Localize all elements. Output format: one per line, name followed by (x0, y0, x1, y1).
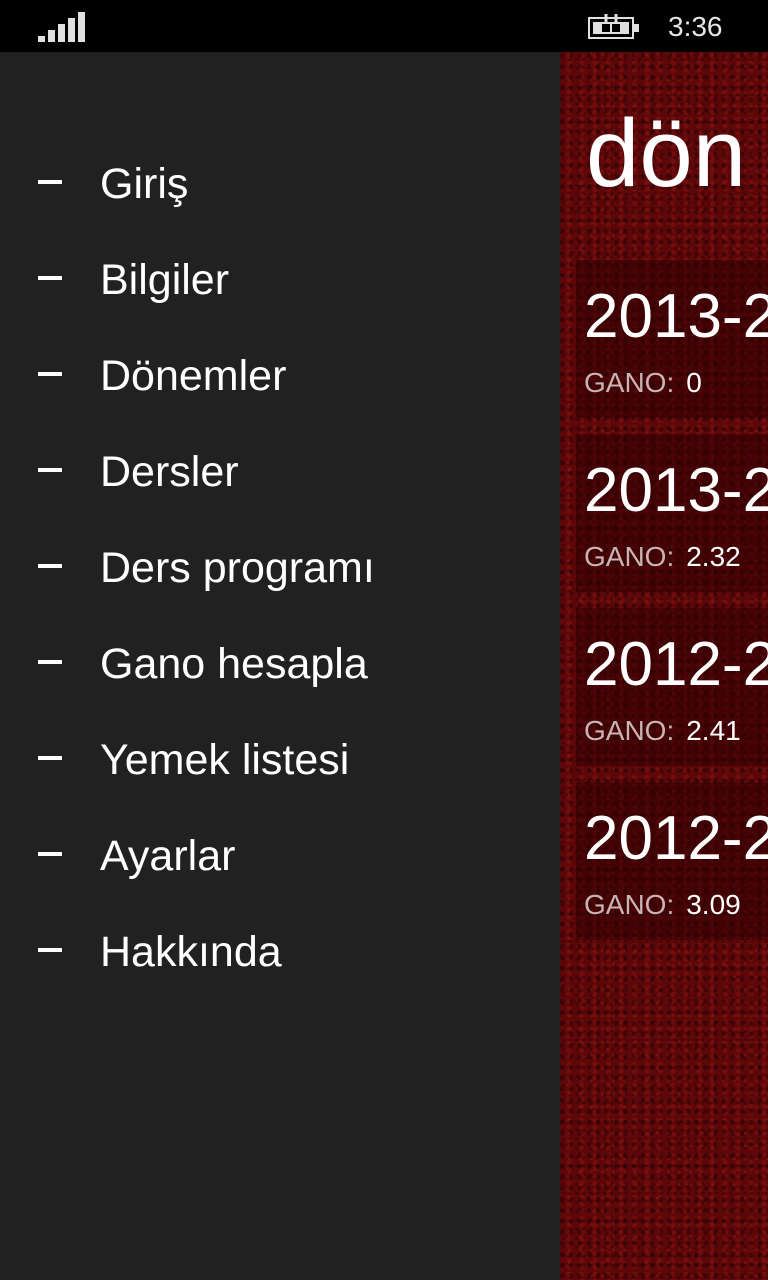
dash-icon (38, 660, 62, 664)
nav-item-donemler[interactable]: Dönemler (0, 336, 560, 416)
dash-icon (38, 372, 62, 376)
gano-label: GANO: (584, 541, 675, 572)
battery-charging-icon (588, 14, 639, 39)
dash-icon (38, 948, 62, 952)
term-gano: GANO: 2.32 (584, 540, 741, 574)
nav-item-label: Bilgiler (100, 256, 230, 304)
signal-bars-icon (38, 12, 85, 42)
nav-item-ders-programi[interactable]: Ders programı (0, 528, 560, 608)
gano-label: GANO: (584, 715, 675, 746)
nav-item-label: Gano hesapla (100, 640, 368, 688)
nav-item-label: Yemek listesi (100, 736, 350, 784)
gano-value: 2.32 (686, 541, 741, 572)
gano-value: 3.09 (686, 889, 741, 920)
dash-icon (38, 852, 62, 856)
term-year: 2012-2 (584, 804, 768, 873)
dash-icon (38, 276, 62, 280)
status-time: 3:36 (668, 11, 723, 42)
nav-item-label: Ders programı (100, 544, 375, 592)
nav-item-label: Hakkında (100, 928, 282, 976)
nav-item-hakkinda[interactable]: Hakkında (0, 912, 560, 992)
dash-icon (38, 468, 62, 472)
page-title: dön (586, 100, 747, 207)
nav-item-label: Giriş (100, 160, 189, 208)
term-gano: GANO: 3.09 (584, 888, 741, 922)
gano-value: 0 (686, 367, 702, 398)
term-card[interactable]: 2012-2 GANO: 2.41 (576, 608, 768, 766)
dash-icon (38, 180, 62, 184)
nav-item-dersler[interactable]: Dersler (0, 432, 560, 512)
term-year: 2012-2 (584, 630, 768, 699)
term-card[interactable]: 2012-2 GANO: 3.09 (576, 782, 768, 940)
term-year: 2013-2 (584, 282, 768, 351)
term-card[interactable]: 2013-2 GANO: 0 (576, 260, 768, 418)
nav-item-label: Dersler (100, 448, 239, 496)
gano-value: 2.41 (686, 715, 741, 746)
phone-screen: 3:36 dön 2013-2 GANO: 0 2013-2 GANO: 2.32 … (0, 0, 768, 1280)
nav-item-giris[interactable]: Giriş (0, 144, 560, 224)
nav-item-bilgiler[interactable]: Bilgiler (0, 240, 560, 320)
nav-item-gano-hesapla[interactable]: Gano hesapla (0, 624, 560, 704)
navigation-drawer: Giriş Bilgiler Dönemler Dersler Ders pro… (0, 52, 560, 1280)
dash-icon (38, 564, 62, 568)
nav-item-label: Ayarlar (100, 832, 236, 880)
status-bar: 3:36 (0, 0, 768, 52)
term-card[interactable]: 2013-2 GANO: 2.32 (576, 434, 768, 592)
dash-icon (38, 756, 62, 760)
content-panel: dön 2013-2 GANO: 0 2013-2 GANO: 2.32 2012-… (560, 52, 768, 1280)
gano-label: GANO: (584, 889, 675, 920)
term-year: 2013-2 (584, 456, 768, 525)
term-gano: GANO: 2.41 (584, 714, 741, 748)
term-gano: GANO: 0 (584, 366, 702, 400)
nav-item-label: Dönemler (100, 352, 287, 400)
gano-label: GANO: (584, 367, 675, 398)
nav-item-yemek-listesi[interactable]: Yemek listesi (0, 720, 560, 800)
nav-item-ayarlar[interactable]: Ayarlar (0, 816, 560, 896)
